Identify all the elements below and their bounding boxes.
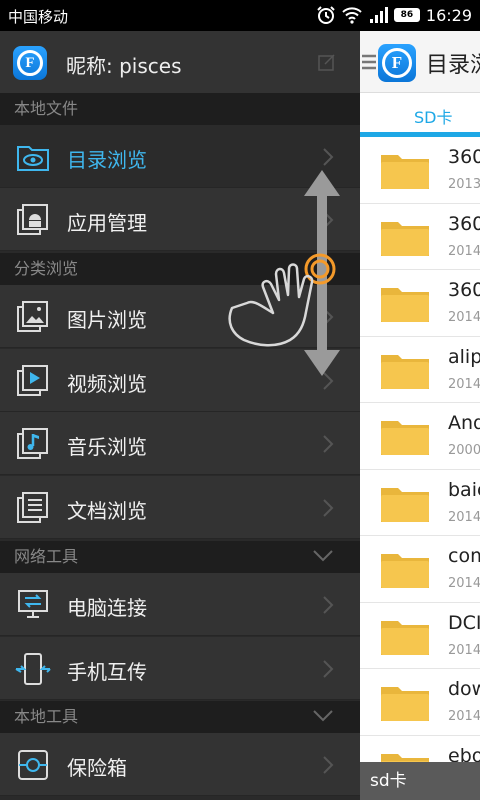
signal-icon	[369, 7, 388, 23]
carrier-label: 中国移动	[8, 8, 69, 26]
menu-icon[interactable]	[362, 53, 376, 71]
folder-eye-icon	[17, 146, 49, 171]
document-icon	[17, 492, 48, 523]
folder-icon	[381, 487, 429, 522]
app-logo-icon: F	[378, 44, 416, 82]
android-app-icon	[17, 204, 48, 235]
swipe-gesture-hand-icon	[228, 253, 336, 347]
drawer-header[interactable]: F 昵称: pisces	[0, 31, 360, 93]
main-panel: F 目录浏 SD卡 360 2013 360 2014 360 2014 ali…	[360, 31, 480, 800]
nickname: 昵称: pisces	[66, 54, 182, 78]
chevron-right-icon	[323, 499, 334, 517]
chevron-right-icon	[323, 660, 334, 678]
folder-icon	[381, 155, 429, 189]
drawer-item-music-browse[interactable]: 音乐浏览	[0, 412, 360, 475]
folder-icon	[381, 554, 429, 588]
list-item[interactable]: 360 2014	[360, 203, 480, 270]
status-icons: 86 16:29	[316, 5, 472, 25]
edit-icon[interactable]	[318, 53, 336, 71]
list-item[interactable]: com 2014	[360, 536, 480, 603]
page-title: 目录浏	[426, 53, 480, 78]
section-local-files: 本地文件	[0, 93, 360, 125]
alarm-icon	[317, 6, 335, 24]
main-toolbar: F 目录浏	[360, 31, 480, 93]
list-item[interactable]: alip 2014	[360, 336, 480, 403]
list-item[interactable]: DCI 2014	[360, 602, 480, 669]
computer-connect-icon	[18, 590, 48, 618]
clock: 16:29	[425, 5, 472, 25]
list-item[interactable]: dow 2014	[360, 669, 480, 736]
current-path-bar: sd卡	[360, 762, 480, 800]
folder-icon	[381, 221, 429, 256]
safe-box-icon	[18, 750, 48, 780]
drawer-item-label: 保险箱	[67, 756, 127, 780]
section-network-tools[interactable]: 网络工具	[0, 541, 360, 573]
video-icon	[17, 365, 48, 396]
battery-icon: 86	[393, 8, 420, 22]
app-logo-icon: F	[13, 46, 47, 80]
list-item[interactable]: 360 2014	[360, 270, 480, 337]
drawer-item-label: 音乐浏览	[67, 435, 147, 459]
drawer-item-document-browse[interactable]: 文档浏览	[0, 476, 360, 539]
folder-icon	[381, 620, 429, 655]
folder-icon	[381, 687, 429, 721]
phone-transfer-icon	[15, 653, 51, 685]
drawer-item-label: 手机互传	[67, 660, 147, 684]
chevron-right-icon	[323, 148, 334, 166]
music-icon	[17, 428, 48, 459]
chevron-down-icon[interactable]	[312, 708, 334, 724]
list-item[interactable]: 360 2013	[360, 137, 480, 204]
folder-icon	[381, 288, 429, 322]
status-bar: 中国移动 86 16:29	[0, 0, 480, 31]
list-item[interactable]: baic 2014	[360, 469, 480, 536]
drawer-item-label: 应用管理	[67, 211, 147, 235]
drawer-item-label: 目录浏览	[67, 148, 147, 172]
tab-sd-card[interactable]: SD卡	[360, 93, 480, 137]
drawer-item-phone-transfer[interactable]: 手机互传	[0, 637, 360, 700]
drawer-item-label: 视频浏览	[67, 372, 147, 396]
wifi-icon	[342, 7, 362, 24]
chevron-right-icon	[323, 596, 334, 614]
drawer-item-computer-connect[interactable]: 电脑连接	[0, 573, 360, 636]
drawer-item-label: 文档浏览	[67, 499, 147, 523]
list-item[interactable]: And 2000	[360, 403, 480, 470]
navigation-drawer: F 昵称: pisces 本地文件 目录浏览 应用管理 分类浏览 图片浏览 视频…	[0, 31, 360, 800]
folder-icon	[381, 354, 429, 389]
drawer-item-label: 电脑连接	[67, 596, 147, 620]
folder-icon	[381, 421, 429, 455]
chevron-right-icon	[323, 756, 334, 774]
section-local-tools[interactable]: 本地工具	[0, 701, 360, 733]
chevron-right-icon	[323, 435, 334, 453]
drawer-item-safe-box[interactable]: 保险箱	[0, 733, 360, 796]
file-list: 360 2013 360 2014 360 2014 alip 2014 And…	[360, 137, 480, 800]
image-icon	[17, 301, 48, 332]
chevron-down-icon[interactable]	[312, 548, 334, 564]
drawer-item-label: 图片浏览	[67, 308, 147, 332]
